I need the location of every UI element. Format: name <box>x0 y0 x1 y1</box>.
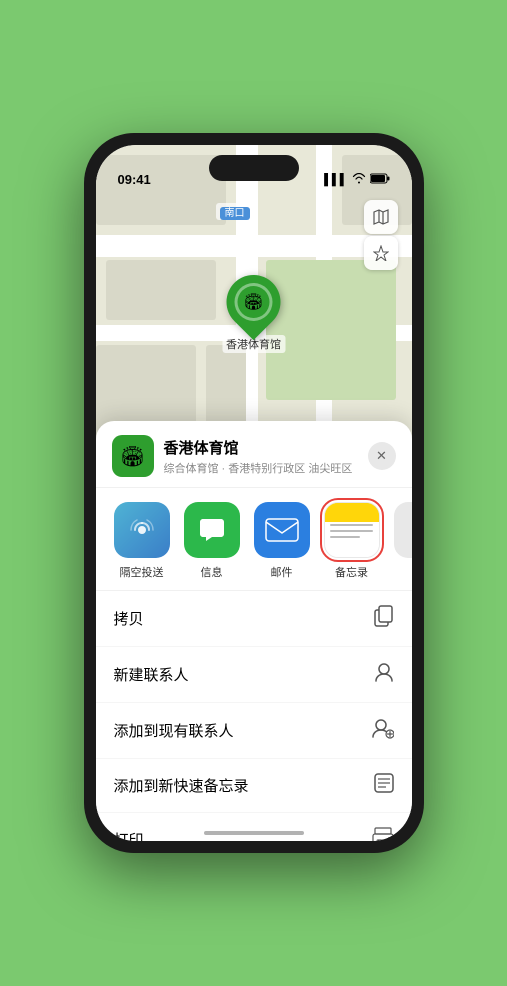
mail-label: 邮件 <box>271 564 293 580</box>
new-contact-icon <box>374 661 394 688</box>
more-icon <box>394 502 412 558</box>
map-type-button[interactable] <box>364 200 398 234</box>
share-row: 隔空投送 信息 <box>96 488 412 591</box>
mail-icon <box>254 502 310 558</box>
quick-note-icon <box>374 773 394 798</box>
notes-label: 备忘录 <box>335 564 368 580</box>
share-item-messages[interactable]: 信息 <box>182 502 242 580</box>
phone-screen: 09:41 ▌▌▌ <box>96 145 412 841</box>
signal-icon: ▌▌▌ <box>324 174 347 186</box>
wifi-icon <box>352 173 366 187</box>
notes-icon <box>324 502 380 558</box>
airdrop-label: 隔空投送 <box>120 564 164 580</box>
messages-label: 信息 <box>201 564 223 580</box>
bottom-sheet: 🏟 香港体育馆 综合体育馆 · 香港特别行政区 油尖旺区 ✕ <box>96 421 412 841</box>
messages-icon <box>184 502 240 558</box>
battery-icon <box>370 173 390 187</box>
add-contact-icon <box>372 717 394 744</box>
map-controls[interactable] <box>364 200 398 270</box>
venue-name: 香港体育馆 <box>164 437 368 458</box>
close-button[interactable]: ✕ <box>368 442 396 470</box>
pin-circle: 🏟 <box>215 264 291 340</box>
share-item-mail[interactable]: 邮件 <box>252 502 312 580</box>
action-list: 拷贝 新建联系人 <box>96 591 412 841</box>
map-label-tag: 南口 <box>220 207 250 220</box>
copy-icon <box>374 605 394 632</box>
venue-icon: 🏟 <box>112 435 154 477</box>
share-item-notes[interactable]: 备忘录 <box>322 502 382 580</box>
pin-inner: 🏟 <box>235 283 273 321</box>
action-add-contact[interactable]: 添加到现有联系人 <box>96 703 412 759</box>
action-quick-note[interactable]: 添加到新快速备忘录 <box>96 759 412 813</box>
action-new-contact-label: 新建联系人 <box>114 664 189 685</box>
airdrop-icon <box>114 502 170 558</box>
action-print[interactable]: 打印 <box>96 813 412 841</box>
map-label: 南口 <box>216 203 257 220</box>
status-icons: ▌▌▌ <box>324 173 389 189</box>
location-pin: 🏟 香港体育馆 <box>222 275 285 353</box>
action-copy-label: 拷贝 <box>114 608 144 629</box>
action-new-contact[interactable]: 新建联系人 <box>96 647 412 703</box>
pin-emoji: 🏟 <box>243 292 263 312</box>
action-add-contact-label: 添加到现有联系人 <box>114 720 234 741</box>
map-green-block1 <box>266 260 396 400</box>
map-block3 <box>106 260 216 320</box>
venue-subtitle: 综合体育馆 · 香港特别行政区 油尖旺区 <box>164 460 368 476</box>
home-indicator <box>204 831 304 835</box>
action-print-label: 打印 <box>114 829 144 841</box>
share-item-more[interactable]: 提 <box>392 502 412 580</box>
share-item-airdrop[interactable]: 隔空投送 <box>112 502 172 580</box>
print-icon <box>372 827 394 841</box>
sheet-header: 🏟 香港体育馆 综合体育馆 · 香港特别行政区 油尖旺区 ✕ <box>96 421 412 488</box>
phone-frame: 09:41 ▌▌▌ <box>84 133 424 853</box>
status-time: 09:41 <box>118 172 151 189</box>
dynamic-island <box>209 155 299 181</box>
action-copy[interactable]: 拷贝 <box>96 591 412 647</box>
action-quick-note-label: 添加到新快速备忘录 <box>114 775 249 796</box>
venue-info: 香港体育馆 综合体育馆 · 香港特别行政区 油尖旺区 <box>164 437 368 476</box>
location-button[interactable] <box>364 236 398 270</box>
